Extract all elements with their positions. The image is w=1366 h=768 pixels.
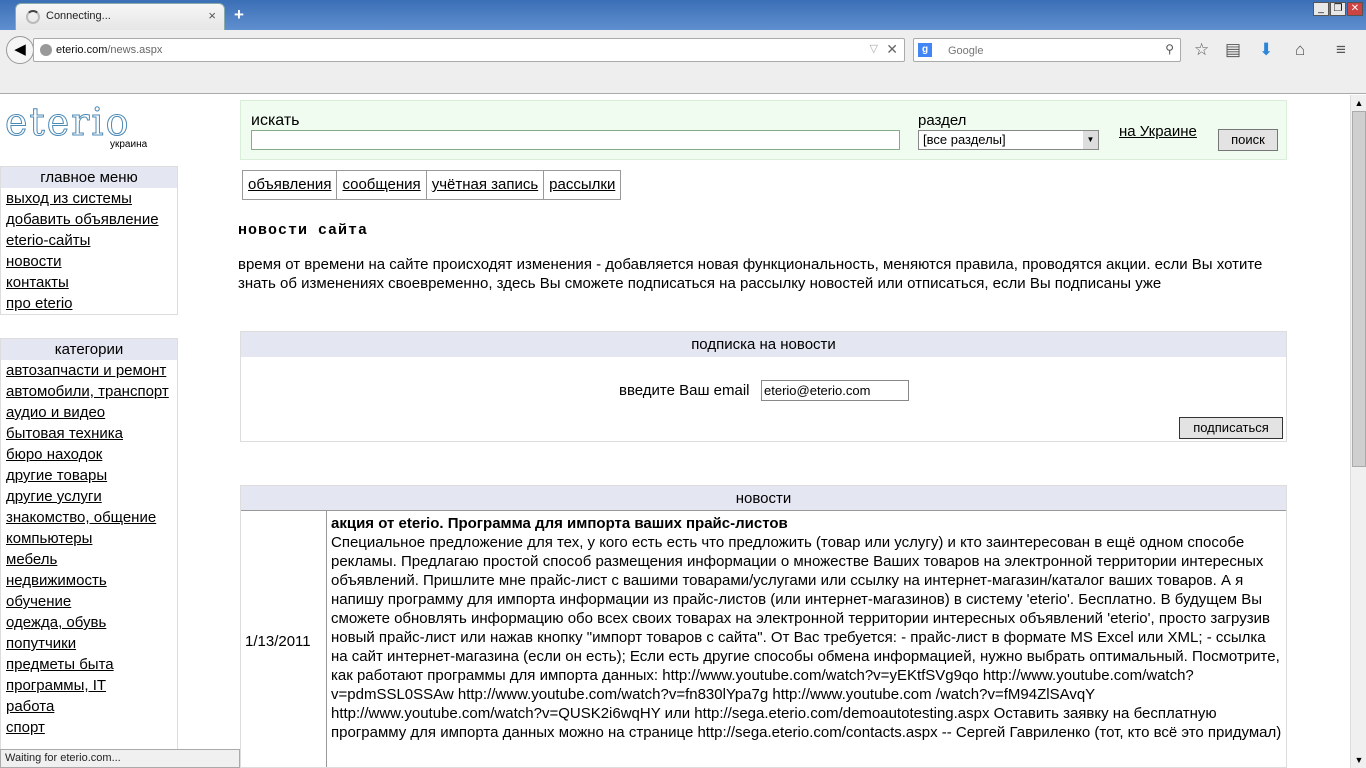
section-select[interactable]: [все разделы] ▼ (918, 130, 1099, 150)
browser-tab[interactable]: Connecting... × (15, 3, 225, 31)
loading-spinner-icon (26, 10, 40, 24)
logo-word: eterio (5, 100, 131, 144)
category-link[interactable]: обучение (1, 591, 177, 612)
search-input[interactable] (251, 130, 900, 150)
region-link[interactable]: на Украине (1119, 123, 1197, 140)
menu-icon[interactable]: ≡ (1336, 40, 1346, 60)
section-select-value: [все разделы] (923, 132, 1006, 147)
close-tab-icon[interactable]: × (208, 8, 216, 23)
maximize-button[interactable]: ❐ (1330, 2, 1346, 16)
close-window-button[interactable]: ✕ (1347, 2, 1363, 16)
tab-messages[interactable]: сообщения (337, 171, 427, 199)
category-link[interactable]: программы, IT (1, 675, 177, 696)
scroll-up-icon[interactable]: ▲ (1351, 95, 1366, 111)
category-link[interactable]: автозапчасти и ремонт (1, 360, 177, 381)
menu-item-contacts[interactable]: контакты (1, 272, 177, 293)
bookmark-star-icon[interactable]: ☆ (1194, 40, 1209, 60)
categories-menu: категории автозапчасти и ремонт автомоби… (0, 338, 178, 768)
section-label: раздел (918, 112, 967, 129)
menu-item-news[interactable]: новости (1, 251, 177, 272)
google-icon[interactable]: g (918, 43, 932, 57)
logo-country: украина (110, 139, 148, 150)
category-link[interactable]: автомобили, транспорт (1, 381, 177, 402)
page-content: eterio украина главное меню выход из сис… (0, 95, 1350, 768)
main-menu: главное меню выход из системы добавить о… (0, 166, 178, 315)
site-logo[interactable]: eterio украина (5, 100, 155, 151)
category-link[interactable]: компьютеры (1, 528, 177, 549)
home-icon[interactable]: ⌂ (1295, 40, 1305, 60)
category-link[interactable]: знакомство, общение (1, 507, 177, 528)
news-title: акция от eterio. Программа для импорта в… (331, 515, 788, 532)
category-link[interactable]: мебель (1, 549, 177, 570)
browser-titlebar: Connecting... × + _ ❐ ✕ (0, 0, 1366, 31)
category-link[interactable]: работа (1, 696, 177, 717)
history-dropdown-icon[interactable]: ▽ (870, 42, 878, 55)
bookmarks-list-icon[interactable]: ▤ (1225, 40, 1241, 60)
intro-text: время от времени на сайте происходят изм… (238, 256, 1263, 292)
new-tab-button[interactable]: + (234, 5, 244, 25)
section-tabs: объявления сообщения учётная запись расс… (242, 170, 622, 200)
news-date: 1/13/2011 (241, 511, 327, 767)
url-text: eterio.com/news.aspx (56, 44, 163, 56)
back-button[interactable]: ◀ (6, 36, 34, 64)
table-row: 1/13/2011 акция от eterio. Программа для… (241, 511, 1286, 767)
globe-icon (40, 44, 52, 56)
categories-title: категории (1, 339, 177, 360)
category-link[interactable]: недвижимость (1, 570, 177, 591)
subscribe-header: подписка на новости (241, 332, 1286, 357)
search-icon[interactable]: ⚲ (1165, 42, 1174, 56)
search-label: искать (251, 112, 300, 129)
scroll-down-icon[interactable]: ▼ (1351, 752, 1366, 768)
category-link[interactable]: другие товары (1, 465, 177, 486)
scrollbar-thumb[interactable] (1352, 111, 1366, 467)
menu-item-add-ad[interactable]: добавить объявление (1, 209, 177, 230)
subscribe-button[interactable]: подписаться (1179, 417, 1283, 439)
category-link[interactable]: одежда, обувь (1, 612, 177, 633)
main-menu-title: главное меню (1, 167, 177, 188)
category-link[interactable]: попутчики (1, 633, 177, 654)
search-panel: искать раздел [все разделы] ▼ на Украине… (240, 100, 1287, 160)
browser-navbar: ◀ eterio.com/news.aspx ▽ ✕ g Google ⚲ ☆ … (0, 30, 1366, 94)
vertical-scrollbar[interactable]: ▲ ▼ (1350, 95, 1366, 768)
email-label: введите Ваш email (619, 382, 750, 399)
tab-account[interactable]: учётная запись (427, 171, 545, 199)
category-link[interactable]: другие услуги (1, 486, 177, 507)
menu-item-about[interactable]: про eterio (1, 293, 177, 314)
menu-item-logout[interactable]: выход из системы (1, 188, 177, 209)
news-body: акция от eterio. Программа для импорта в… (327, 511, 1286, 767)
stop-icon[interactable]: ✕ (886, 41, 898, 58)
search-button[interactable]: поиск (1218, 129, 1278, 151)
menu-item-eterio-sites[interactable]: eterio-сайты (1, 230, 177, 251)
news-table: новости 1/13/2011 акция от eterio. Прогр… (240, 485, 1287, 768)
page-title: новости сайта (238, 222, 369, 239)
category-link[interactable]: предметы быта (1, 654, 177, 675)
news-header: новости (241, 486, 1286, 511)
tab-mailings[interactable]: рассылки (544, 171, 620, 199)
category-link[interactable]: бытовая техника (1, 423, 177, 444)
category-link[interactable]: бюро находок (1, 444, 177, 465)
news-text: Специальное предложение для тех, у кого … (331, 534, 1282, 741)
category-link[interactable]: аудио и видео (1, 402, 177, 423)
address-bar[interactable]: eterio.com/news.aspx ▽ ✕ (33, 38, 905, 62)
search-bar[interactable]: g Google ⚲ (913, 38, 1181, 62)
subscribe-box: подписка на новости введите Ваш email et… (240, 331, 1287, 442)
download-icon[interactable]: ⬇ (1259, 40, 1273, 60)
dropdown-arrow-icon[interactable]: ▼ (1083, 131, 1098, 149)
category-link[interactable]: спорт (1, 717, 177, 738)
status-bar: Waiting for eterio.com... (0, 749, 240, 768)
search-engine-placeholder: Google (948, 45, 984, 57)
tab-title: Connecting... (46, 10, 111, 22)
tab-ads[interactable]: объявления (243, 171, 338, 199)
minimize-button[interactable]: _ (1313, 2, 1329, 16)
email-field[interactable]: eterio@eterio.com (761, 380, 909, 401)
